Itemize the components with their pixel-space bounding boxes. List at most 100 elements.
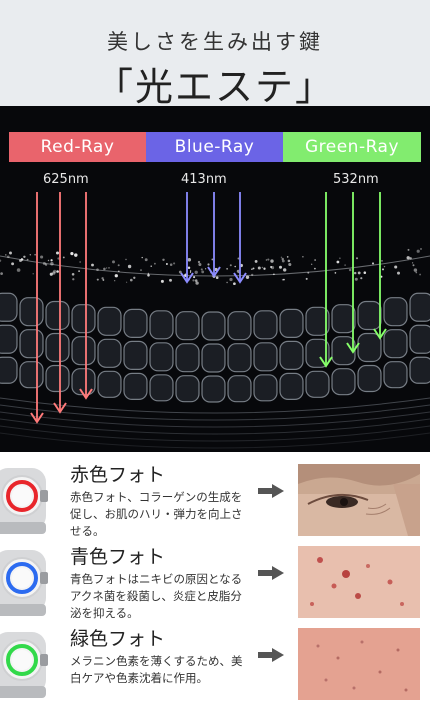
surface-particle [105, 267, 108, 269]
surface-particle [173, 262, 176, 265]
surface-particle [187, 266, 191, 269]
skin-cell [357, 332, 382, 363]
surface-particle [207, 263, 210, 266]
surface-particle [363, 271, 367, 274]
surface-particle [40, 255, 44, 259]
item-title: 緑色フォト [70, 628, 166, 650]
surface-particle [50, 259, 53, 262]
surface-particle [62, 256, 65, 259]
surface-particle [187, 258, 192, 262]
item-description: 赤色フォト、コラーゲンの生成を促し、お肌のハリ・弾力を向上させる。 [70, 490, 243, 538]
surface-particle [96, 268, 99, 272]
surface-particle [353, 271, 357, 275]
surface-particle [280, 256, 283, 258]
surface-particle [265, 259, 268, 261]
surface-particle [56, 251, 59, 255]
surface-particle [103, 267, 106, 271]
surface-particle [334, 272, 337, 274]
surface-particle [125, 281, 128, 283]
surface-particle [314, 259, 316, 261]
skin-cell [149, 374, 174, 402]
surface-particle [360, 277, 363, 280]
skin-cell [149, 310, 174, 340]
skin-cell [45, 300, 70, 331]
skin-cell [175, 311, 200, 341]
ray-arrow [180, 192, 194, 284]
blue-ray-label: Blue-Ray [146, 132, 283, 162]
item-title: 青色フォト [70, 546, 166, 568]
skin-cell [227, 375, 252, 403]
surface-particle [354, 277, 358, 281]
skin-cell [97, 338, 122, 368]
skin-cell [97, 306, 122, 336]
surface-particle [169, 263, 173, 266]
surface-particle [406, 256, 410, 260]
surface-particle [371, 262, 375, 265]
skin-cell [0, 292, 18, 322]
surface-particle [348, 268, 352, 272]
surface-particle [29, 254, 32, 256]
blue-wavelength: 413nm [181, 172, 227, 187]
skin-cell [305, 370, 330, 398]
surface-particle [413, 268, 418, 272]
header-subtitle: 美しさを生み出す鍵 [107, 30, 323, 54]
header-headline: 「光エステ」 [94, 65, 335, 109]
skin-cell [409, 324, 430, 354]
surface-particle [245, 275, 250, 279]
surface-particle [96, 278, 99, 281]
header-section: 美しさを生み出す鍵 「光エステ」 [0, 0, 430, 109]
surface-particle [117, 264, 120, 267]
surface-particle [281, 259, 285, 263]
surface-particle [32, 273, 34, 275]
surface-particle [47, 259, 50, 262]
skin-cell [383, 329, 408, 359]
surface-particle [283, 268, 287, 272]
item-description: 青色フォトはニキビの原因となるアクネ菌を殺菌し、炎症と皮脂分泌を抑える。 [70, 572, 243, 620]
surface-particle [50, 262, 54, 266]
surface-particle [279, 265, 282, 269]
surface-particle [226, 268, 228, 270]
device-blue-light-icon [0, 550, 48, 616]
ray-arrow [207, 192, 221, 278]
surface-particle [288, 262, 292, 267]
surface-particle [263, 267, 266, 270]
skin-cell [253, 342, 278, 372]
surface-particle [195, 281, 199, 285]
surface-particle [16, 268, 21, 272]
surface-particle [355, 257, 359, 260]
device-red-light-icon [0, 468, 48, 534]
surface-particle [270, 265, 275, 270]
list-item-red-photo: 赤色フォト 赤色フォト、コラーゲンの生成を促し、お肌のハリ・弾力を向上させる。 [0, 456, 430, 538]
skin-cell [227, 311, 252, 341]
surface-particle [411, 262, 414, 264]
surface-particle [381, 260, 383, 262]
surface-particle [147, 272, 150, 275]
surface-particle [6, 255, 10, 259]
surface-particle [193, 276, 196, 279]
skin-cell [279, 308, 304, 338]
skin-cell [175, 343, 200, 373]
surface-particle [160, 279, 164, 283]
surface-particle [11, 262, 15, 266]
surface-particle [229, 264, 232, 267]
surface-particle [78, 270, 80, 272]
item-description: メラニン色素を薄くするため、美白ケアや色素沈着に作用。 [70, 654, 243, 685]
skin-cell [71, 304, 96, 334]
surface-particle [114, 274, 118, 278]
skin-cell [19, 297, 44, 327]
skin-cell [45, 364, 70, 393]
surface-particle [74, 253, 78, 257]
skin-cell [175, 375, 200, 403]
right-arrow-icon [258, 648, 284, 662]
right-arrow-icon [258, 484, 284, 498]
surface-particle [281, 278, 284, 281]
skin-cell [0, 324, 18, 354]
surface-particle [20, 258, 23, 261]
surface-particle [72, 278, 75, 281]
surface-particle [49, 272, 53, 276]
surface-particle [226, 281, 228, 284]
surface-particle [311, 263, 313, 265]
skin-cell [123, 340, 148, 370]
red-ray-label: Red-Ray [9, 132, 146, 162]
surface-particle [169, 278, 172, 282]
